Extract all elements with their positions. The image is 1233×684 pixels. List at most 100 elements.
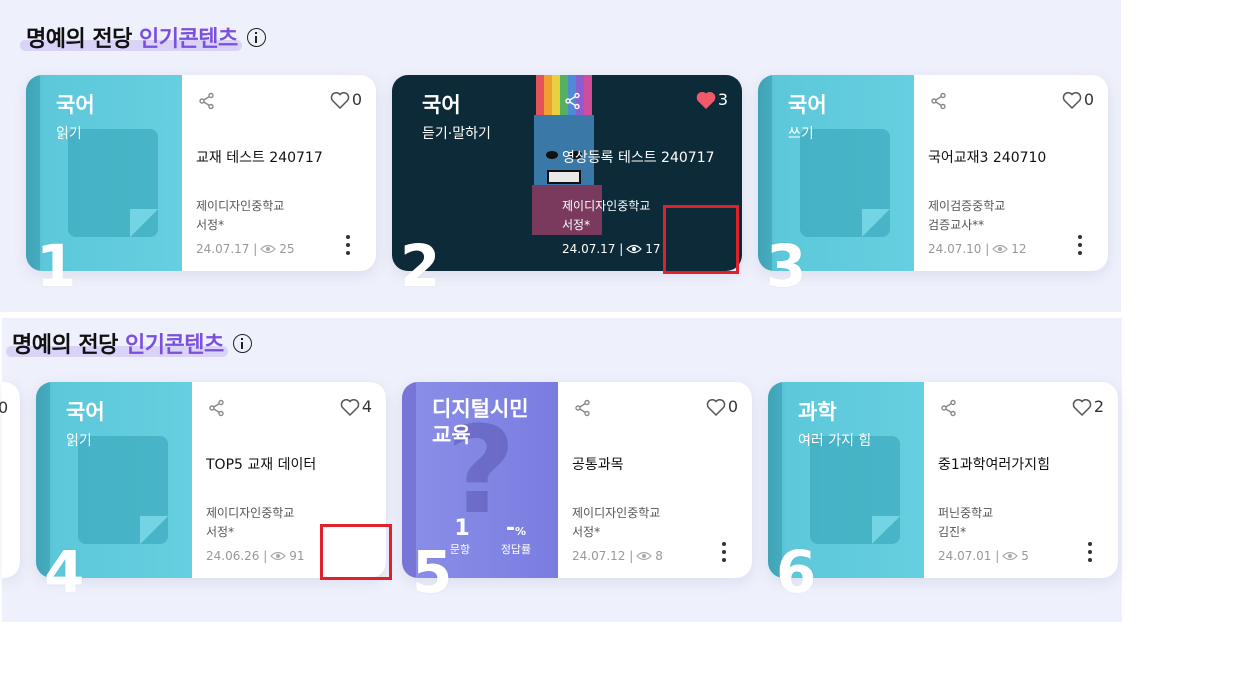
correct-rate-unit: % [515,525,527,538]
heart-icon [330,91,350,109]
info-icon[interactable] [232,333,252,353]
question-count: 1 [454,516,470,541]
heart-icon [340,398,360,416]
heart-icon [1062,91,1082,109]
section-title: 명예의 전당 인기콘텐츠 [20,21,266,53]
previous-card-partial[interactable]: 0 [0,382,20,578]
card-meta: 24.07.01 | 5 [938,549,1029,563]
card-school: 퍼닌중학교 [938,506,994,520]
card-meta: 24.06.26 | 91 [206,549,305,563]
share-icon[interactable] [930,92,948,110]
eye-icon [626,244,643,254]
eye-icon [270,551,287,561]
quiz-stat-rate: -% 정답률 [496,516,536,557]
card-title[interactable]: TOP5 교재 데이터 [206,454,316,474]
correct-rate: - [505,516,516,541]
eye-icon [636,551,653,561]
more-options-icon[interactable] [1078,235,1082,255]
card-meta: 24.07.12 | 8 [572,549,663,563]
card-subject: 국어 [422,93,461,117]
like-button[interactable]: 0 [330,90,362,109]
card-school: 제이검증중학교 [928,199,1006,213]
card-subject: 국어 [66,400,105,424]
like-count: 0 [0,398,9,417]
card-title[interactable]: 영상등록 테스트 240717 [562,147,715,167]
like-count: 3 [717,90,728,109]
content-card-6[interactable]: 과학 여러 가지 힘 2 중1과학여러가지힘 퍼닌중학교 김진* 24.07.0… [768,382,1118,578]
card-title[interactable]: 국어교재3 240710 [928,147,1046,167]
card-title[interactable]: 교재 테스트 240717 [196,147,323,167]
card-sub-subject: 듣기·말하기 [422,126,491,142]
like-count: 0 [351,90,362,109]
card-date: 24.07.01 [938,549,992,563]
card-views: 25 [279,242,295,256]
share-icon[interactable] [208,399,226,417]
heart-icon [1072,398,1092,416]
share-icon[interactable] [564,92,582,110]
card-school: 제이디자인중학교 [196,199,285,213]
card-date: 24.07.17 [196,242,250,256]
card-title[interactable]: 중1과학여러가지힘 [938,454,1050,474]
card-teacher: 김진* [938,525,967,539]
rank-number: 3 [766,232,807,300]
document-icon [68,129,158,237]
share-icon[interactable] [940,399,958,417]
document-icon [800,129,890,237]
like-count: 0 [1083,90,1094,109]
content-card-3[interactable]: 국어 쓰기 0 국어교재3 240710 제이검증중학교 검증교사** 24.0… [758,75,1108,271]
like-button[interactable]: 2 [1072,397,1104,416]
card-teacher: 검증교사** [928,218,985,232]
card-teacher: 서정* [562,218,591,232]
section-title: 명예의 전당 인기콘텐츠 [6,327,252,359]
card-meta: 24.07.17 | 25 [196,242,295,256]
card-meta: 24.07.17 | 17 [562,242,661,256]
card-school: 제이디자인중학교 [562,199,651,213]
share-icon[interactable] [198,92,216,110]
card-sub-subject: 읽기 [66,433,92,449]
content-card-1[interactable]: 국어 읽기 0 교재 테스트 240717 제이디자인중학교 서정* 24.07… [26,75,376,271]
rank-number: 1 [36,232,77,300]
eye-icon [260,244,277,254]
card-views: 17 [645,242,661,256]
highlight-box [320,524,392,580]
card-views: 91 [289,549,305,563]
card-views: 5 [1021,549,1029,563]
more-options-icon[interactable] [1088,542,1092,562]
share-icon[interactable] [574,399,592,417]
more-options-icon[interactable] [346,235,350,255]
rank-number: 6 [776,538,817,606]
like-count: 4 [361,397,372,416]
card-date: 24.06.26 [206,549,260,563]
card-subject: 국어 [56,93,95,117]
card-meta: 24.07.10 | 12 [928,242,1027,256]
card-teacher: 서정* [572,525,601,539]
quiz-stat-count: 1 문항 [450,516,472,557]
card-date: 24.07.17 [562,242,616,256]
more-options-icon[interactable] [722,542,726,562]
like-count: 2 [1093,397,1104,416]
section-title-main: 명예의 전당 [26,27,132,52]
like-button[interactable]: 4 [340,397,372,416]
card-date: 24.07.10 [928,242,982,256]
like-button[interactable]: 0 [706,397,738,416]
section-title-accent: 인기콘텐츠 [139,27,238,52]
content-card-5[interactable]: ? 디지털시민 교육 1 문항 -% 정답률 0 공통과목 제이디자인중학교 서… [402,382,752,578]
like-button[interactable]: 3 [696,90,728,109]
like-button[interactable]: 0 [1062,90,1094,109]
card-subject: 국어 [788,93,827,117]
card-title[interactable]: 공통과목 [572,454,624,474]
card-sub-subject: 쓰기 [788,126,814,142]
like-count: 0 [727,397,738,416]
card-teacher: 서정* [206,525,235,539]
document-icon [78,436,168,544]
card-sub-subject: 읽기 [56,126,82,142]
heart-icon [706,398,726,416]
info-icon[interactable] [246,27,266,47]
card-views: 12 [1011,242,1027,256]
card-sub-subject: 여러 가지 힘 [798,433,872,449]
rank-number: 2 [400,232,441,300]
section-title-main: 명예의 전당 [12,333,118,358]
card-school: 제이디자인중학교 [206,506,295,520]
heart-filled-icon [696,91,716,109]
card-views: 8 [655,549,663,563]
